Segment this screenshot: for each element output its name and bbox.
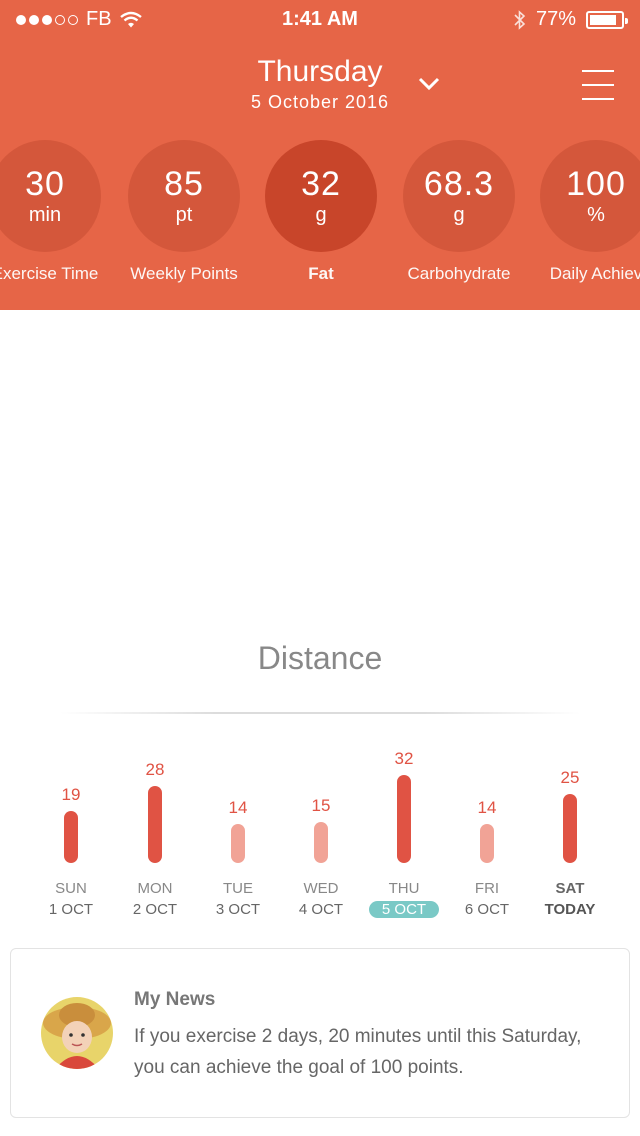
stat-label: Daily Achiev [549,264,640,283]
bar-value: 19 [61,785,81,804]
status-bar: FB 1:41 AM 77% [0,0,640,40]
stat-value: 100 [566,165,626,203]
news-title: My News [134,989,216,1010]
news-card[interactable]: My News If you exercise 2 days, 20 minut… [10,948,630,1118]
day-label: SUN [55,880,87,897]
bar[interactable] [480,824,494,863]
stat-unit: min [28,204,62,226]
full-date: 5 October 2016 [250,92,390,112]
stat-carbohydrate[interactable]: 68.3 g Carbohydrate [379,140,539,284]
date-label: 1 OCT [48,901,94,918]
stat-daily-achievement[interactable]: 100 % Daily Achiev [516,140,640,284]
day-label: SAT [555,880,585,897]
date-label: 6 OCT [464,901,510,918]
bar-value: 32 [394,749,414,768]
stat-unit: pt [175,204,193,226]
bluetooth-icon [514,9,526,30]
weekday-title: Thursday [257,55,383,88]
day-label: MON [137,880,173,897]
avatar [41,997,113,1069]
header: FB 1:41 AM 77% Thursday 5 October 2016 3… [0,0,640,310]
bar-value: 14 [477,798,497,817]
date-label: 2 OCT [132,901,178,918]
news-text: If you exercise 2 days, 20 minutes until… [134,1026,582,1078]
bar[interactable] [563,794,577,863]
stat-unit: % [587,204,605,226]
stat-value: 68.3 [423,165,495,203]
bar[interactable] [314,822,328,863]
bar-value: 14 [228,798,248,817]
stat-value: 85 [164,165,204,203]
divider [60,712,580,714]
stat-label: Fat [308,264,334,283]
day-label: TUE [223,880,253,897]
stat-fat[interactable]: 32 g Fat [241,140,401,284]
date-label-selected: 5 OCT [369,901,439,918]
status-right: 77% [514,8,628,31]
bar-value: 28 [145,760,165,779]
date-label: TODAY [544,901,596,918]
bar-value: 15 [311,796,331,815]
stats-carousel[interactable]: 30 min Exercise Time 85 pt Weekly Points… [0,140,640,300]
battery-percent: 77% [535,8,576,30]
bar[interactable] [397,775,411,863]
stat-unit: g [453,204,465,226]
stat-circle: 30 min [0,140,101,252]
distance-chart: 19 SUN 1 OCT 28 MON 2 OCT 14 TUE 3 OCT 1… [0,740,640,930]
battery-icon [586,10,628,29]
date-header[interactable]: Thursday 5 October 2016 [0,52,640,113]
stat-label: Carbohydrate [407,264,511,283]
date-label: 3 OCT [215,901,261,918]
stat-circle: 68.3 g [403,140,515,252]
date-label: 4 OCT [298,901,344,918]
stat-circle: 100 % [540,140,640,252]
bar[interactable] [231,824,245,863]
stat-unit: g [315,204,327,226]
stat-value: 30 [25,165,65,203]
stat-label: Weekly Points [130,264,238,283]
day-label: THU [388,880,420,897]
distance-title: Distance [257,640,383,676]
day-label: FRI [474,880,500,897]
chevron-down-icon[interactable] [416,74,442,94]
stat-weekly-points[interactable]: 85 pt Weekly Points [104,140,264,284]
stat-value: 32 [301,165,341,203]
day-label: WED [303,880,339,897]
menu-icon[interactable] [582,70,614,100]
bar[interactable] [64,811,78,863]
bar-value: 25 [560,768,580,787]
bar[interactable] [148,786,162,863]
stat-circle: 85 pt [128,140,240,252]
stat-circle-selected: 32 g [265,140,377,252]
